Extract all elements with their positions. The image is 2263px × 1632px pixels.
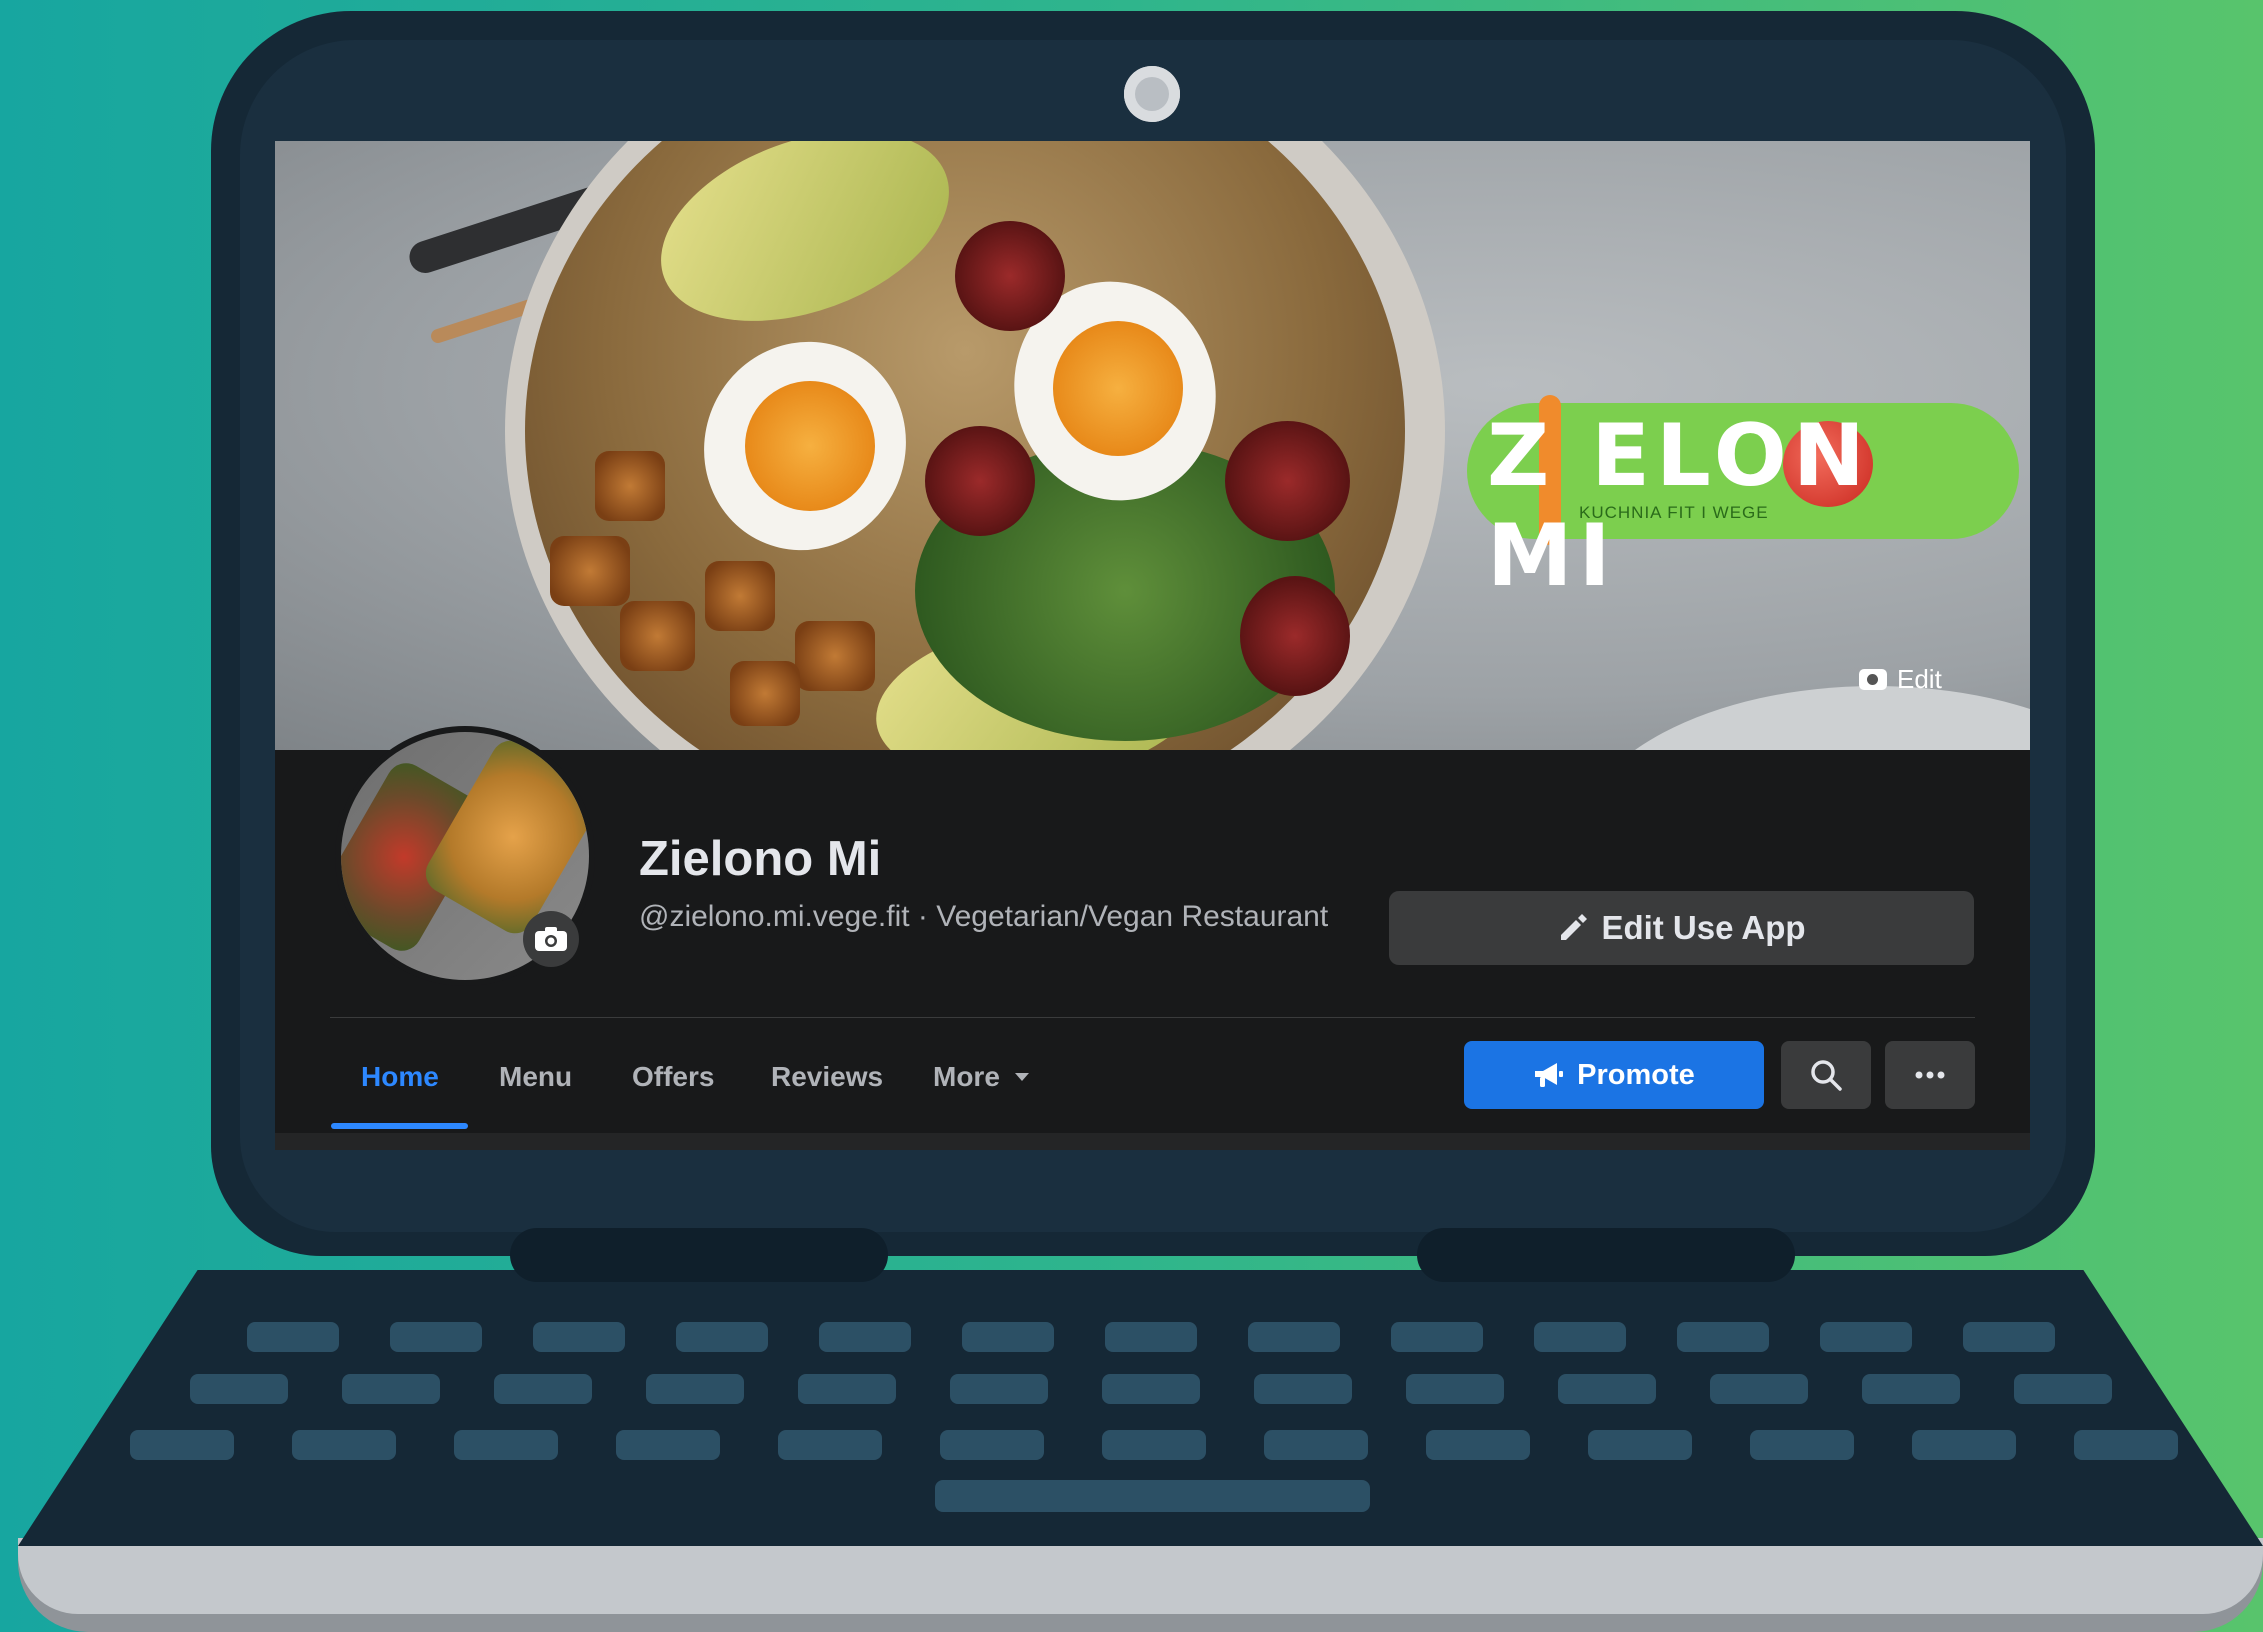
megaphone-icon bbox=[1535, 1063, 1564, 1087]
keyboard-key bbox=[950, 1374, 1048, 1404]
keyboard-spacebar bbox=[935, 1480, 1370, 1512]
update-profile-picture-button[interactable] bbox=[523, 911, 579, 967]
keyboard-key bbox=[1963, 1322, 2055, 1352]
search-button[interactable] bbox=[1781, 1041, 1871, 1109]
tab-home[interactable]: Home bbox=[361, 1061, 439, 1093]
cover-tomato bbox=[1240, 576, 1350, 696]
keyboard-key bbox=[130, 1430, 234, 1460]
keyboard-key bbox=[1588, 1430, 1692, 1460]
laptop-hinge-right bbox=[1417, 1228, 1795, 1282]
page-handle-category: @zielono.mi.vege.fit · Vegetarian/Vegan … bbox=[639, 900, 1329, 933]
keyboard-key bbox=[798, 1374, 896, 1404]
cover-tomato bbox=[925, 426, 1035, 536]
keyboard-key bbox=[1862, 1374, 1960, 1404]
keyboard-key bbox=[1750, 1430, 1854, 1460]
webcam bbox=[1124, 66, 1180, 122]
caret-down-icon bbox=[1014, 1073, 1029, 1081]
keyboard-key bbox=[494, 1374, 592, 1404]
keyboard-key bbox=[533, 1322, 625, 1352]
keyboard-key bbox=[247, 1322, 339, 1352]
keyboard-key bbox=[1105, 1322, 1197, 1352]
pencil-icon bbox=[1561, 914, 1588, 940]
keyboard-key bbox=[1558, 1374, 1656, 1404]
cover-egg-yolk bbox=[745, 381, 875, 511]
cover-tomato bbox=[955, 221, 1065, 331]
tab-more-label: More bbox=[933, 1061, 1000, 1092]
keyboard-key bbox=[1820, 1322, 1912, 1352]
keyboard-key bbox=[1391, 1322, 1483, 1352]
cover-tomato bbox=[1225, 421, 1350, 541]
brand-logo-tagline: KUCHNIA FIT I WEGE bbox=[1579, 503, 1769, 522]
keyboard-key bbox=[1426, 1430, 1530, 1460]
cover-tofu bbox=[795, 621, 875, 691]
keyboard-key bbox=[390, 1322, 482, 1352]
keyboard-key bbox=[190, 1374, 288, 1404]
keyboard-key bbox=[962, 1322, 1054, 1352]
keyboard-key bbox=[1406, 1374, 1504, 1404]
search-icon bbox=[1811, 1060, 1842, 1091]
divider bbox=[330, 1017, 1975, 1018]
cover-tofu bbox=[730, 661, 800, 726]
keyboard-key bbox=[940, 1430, 1044, 1460]
keyboard-key bbox=[1534, 1322, 1626, 1352]
tab-menu[interactable]: Menu bbox=[499, 1061, 572, 1093]
cover-tofu bbox=[595, 451, 665, 521]
promote-label: Promote bbox=[1577, 1058, 1695, 1091]
keyboard-key bbox=[1912, 1430, 2016, 1460]
cover-tofu bbox=[705, 561, 775, 631]
cover-second-bowl bbox=[1575, 686, 2030, 750]
keyboard-key bbox=[616, 1430, 720, 1460]
laptop-base-edge bbox=[18, 1538, 2263, 1614]
screen-bottom-strip bbox=[275, 1133, 2030, 1150]
keyboard-key bbox=[1102, 1374, 1200, 1404]
keyboard-key bbox=[676, 1322, 768, 1352]
laptop-screen: Z ELON MI KUCHNIA FIT I WEGE Edit Zielon… bbox=[275, 141, 2030, 1150]
keyboard-key bbox=[454, 1430, 558, 1460]
cover-photo[interactable]: Z ELON MI KUCHNIA FIT I WEGE Edit bbox=[275, 141, 2030, 750]
keyboard-key bbox=[1248, 1322, 1340, 1352]
laptop-hinge-left bbox=[510, 1228, 888, 1282]
cover-tofu bbox=[620, 601, 695, 671]
keyboard-key bbox=[1264, 1430, 1368, 1460]
camera-icon bbox=[535, 927, 567, 951]
tab-offers[interactable]: Offers bbox=[632, 1061, 714, 1093]
edit-cover-label: Edit bbox=[1897, 664, 1942, 694]
edit-cover-button[interactable]: Edit bbox=[1859, 664, 1942, 695]
cover-tofu bbox=[550, 536, 630, 606]
keyboard-key bbox=[646, 1374, 744, 1404]
page-title: Zielono Mi bbox=[639, 832, 882, 886]
cover-egg-yolk bbox=[1053, 321, 1183, 456]
promote-button[interactable]: Promote bbox=[1464, 1041, 1764, 1109]
more-actions-button[interactable] bbox=[1885, 1041, 1975, 1109]
keyboard-key bbox=[1254, 1374, 1352, 1404]
camera-icon bbox=[1859, 669, 1887, 690]
active-tab-indicator bbox=[331, 1123, 468, 1129]
keyboard-key bbox=[1677, 1322, 1769, 1352]
keyboard-key bbox=[1102, 1430, 1206, 1460]
ellipsis-icon bbox=[1915, 1071, 1945, 1079]
keyboard-key bbox=[819, 1322, 911, 1352]
edit-use-app-button[interactable]: Edit Use App bbox=[1389, 891, 1974, 965]
edit-use-app-label: Edit Use App bbox=[1601, 909, 1806, 946]
keyboard-key bbox=[292, 1430, 396, 1460]
keyboard-key bbox=[342, 1374, 440, 1404]
tab-reviews[interactable]: Reviews bbox=[771, 1061, 883, 1093]
keyboard-key bbox=[778, 1430, 882, 1460]
keyboard-key bbox=[2074, 1430, 2178, 1460]
keyboard-key bbox=[1710, 1374, 1808, 1404]
keyboard-key bbox=[2014, 1374, 2112, 1404]
tab-more[interactable]: More bbox=[933, 1061, 1030, 1093]
profile-food-container bbox=[418, 733, 589, 941]
